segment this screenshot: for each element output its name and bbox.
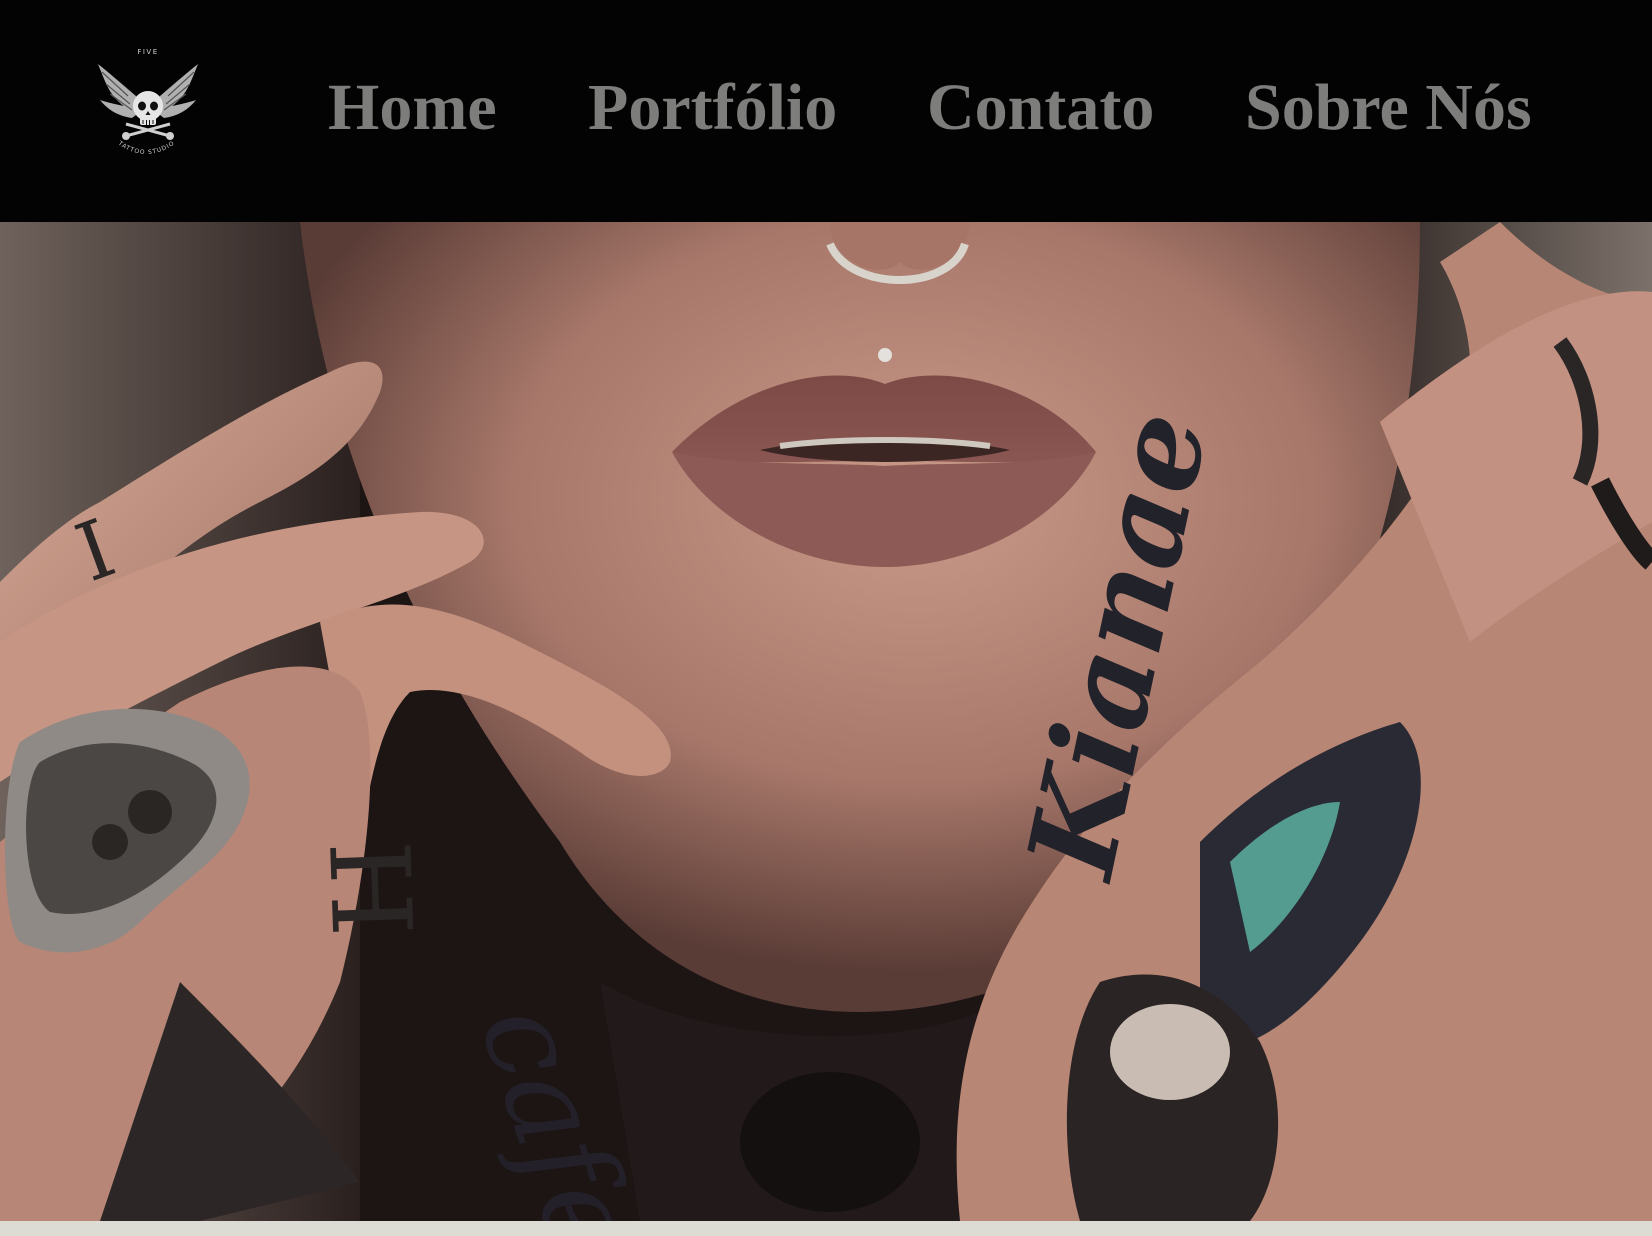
tattooed-woman-photo: H I cafe Kianae (0, 222, 1652, 1221)
brand-logo[interactable]: FIVE TATTOO STUDIO (88, 44, 208, 164)
top-navbar: FIVE TATTOO STUDIO Home Portfólio Contat… (0, 0, 1652, 222)
winged-skull-logo-icon: FIVE TATTOO STUDIO (98, 48, 198, 156)
nav-link-sobre-nos[interactable]: Sobre Nós (1245, 70, 1532, 146)
page: FIVE TATTOO STUDIO Home Portfólio Contat… (0, 0, 1652, 1236)
logo-top-text: FIVE (137, 48, 158, 56)
nav-link-home[interactable]: Home (328, 70, 497, 146)
hero-image: H I cafe Kianae (0, 222, 1652, 1221)
nav-link-contato[interactable]: Contato (927, 70, 1154, 146)
logo-bottom-text: TATTOO STUDIO (116, 139, 175, 156)
svg-text:H: H (304, 838, 435, 938)
nav-link-portfolio[interactable]: Portfólio (588, 70, 837, 146)
svg-text:TATTOO STUDIO: TATTOO STUDIO (116, 139, 176, 156)
page-bottom-strip (0, 1221, 1652, 1236)
